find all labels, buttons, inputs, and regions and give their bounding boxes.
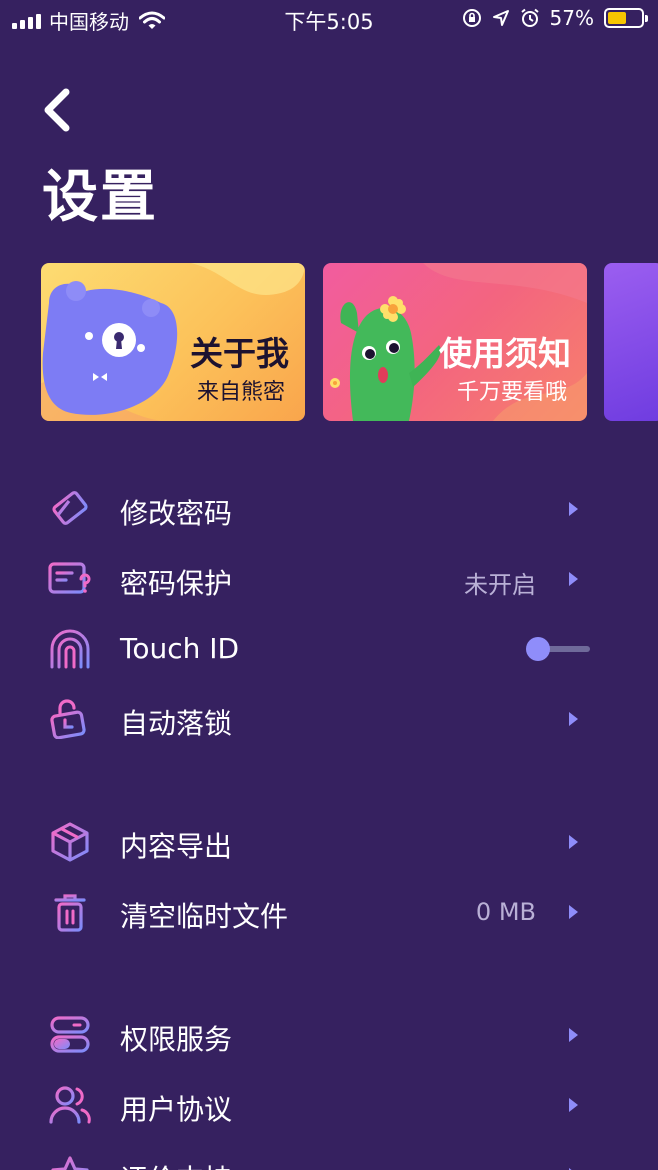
menu-permissions[interactable]: 权限服务 xyxy=(0,1000,658,1070)
orientation-lock-icon xyxy=(462,9,481,27)
about-me-subtitle: 来自熊密 xyxy=(196,380,285,405)
menu-label: 自动落锁 xyxy=(120,707,233,740)
chevron-left-icon xyxy=(44,88,70,132)
battery-percent: 57% xyxy=(549,6,594,30)
chevron-right-icon xyxy=(569,1098,578,1112)
box-icon xyxy=(51,822,89,862)
chevron-right-icon xyxy=(569,835,578,849)
menu-clear-temp-files[interactable]: 清空临时文件 0 MB xyxy=(0,877,658,947)
next-card-peek[interactable] xyxy=(604,263,658,421)
card-question-icon xyxy=(48,562,91,594)
status-bar: 中国移动 下午5:05 57% xyxy=(0,0,658,38)
password-protection-status: 未开启 xyxy=(464,571,536,599)
menu-label: 清空临时文件 xyxy=(120,900,289,933)
menu-label: 内容导出 xyxy=(120,830,233,863)
usage-notice-title: 使用须知 xyxy=(439,334,571,373)
usage-notice-subtitle: 千万要看哦 xyxy=(456,380,567,405)
chevron-right-icon xyxy=(569,572,578,586)
temp-files-size: 0 MB xyxy=(475,898,536,926)
menu-export-content[interactable]: 内容导出 xyxy=(0,807,658,877)
touch-id-toggle[interactable] xyxy=(524,636,592,662)
chevron-right-icon xyxy=(569,1028,578,1042)
menu-user-agreement[interactable]: 用户协议 xyxy=(0,1070,658,1140)
alarm-icon xyxy=(520,8,539,27)
users-icon xyxy=(49,1086,91,1124)
feature-cards: 关于我 来自熊密 使用须知 千万要看哦 xyxy=(41,263,658,421)
menu-auto-lock[interactable]: 自动落锁 xyxy=(0,684,658,754)
location-icon xyxy=(492,10,509,26)
toggle-knob xyxy=(526,637,550,661)
menu-rate-support[interactable]: 评价支持 xyxy=(0,1140,658,1170)
menu-change-password[interactable]: 修改密码 xyxy=(0,474,658,544)
chevron-right-icon xyxy=(569,502,578,516)
lock-clock-icon xyxy=(50,699,86,739)
menu-password-protection[interactable]: 密码保护 未开启 xyxy=(0,544,658,614)
about-me-card[interactable]: 关于我 来自熊密 xyxy=(41,263,305,421)
about-me-title: 关于我 xyxy=(190,334,289,373)
fingerprint-icon xyxy=(50,629,90,669)
battery-icon xyxy=(604,8,648,28)
usage-notice-card[interactable]: 使用须知 千万要看哦 xyxy=(323,263,587,421)
back-button[interactable] xyxy=(38,86,78,136)
menu-touch-id: Touch ID xyxy=(0,614,658,684)
chevron-right-icon xyxy=(569,905,578,919)
trash-icon xyxy=(54,894,86,932)
menu-label: 评价支持 xyxy=(120,1158,232,1170)
eraser-icon xyxy=(52,491,88,525)
menu-label: Touch ID xyxy=(120,632,240,665)
chevron-right-icon xyxy=(569,1168,572,1170)
page-title: 设置 xyxy=(42,165,158,230)
menu-label: 用户协议 xyxy=(120,1093,233,1126)
menu-label: 修改密码 xyxy=(120,497,233,530)
battery-level xyxy=(608,12,627,24)
menu-label: 密码保护 xyxy=(120,567,233,600)
toggles-icon xyxy=(50,1016,90,1053)
menu-label: 权限服务 xyxy=(120,1023,233,1056)
status-bar-right: 57% xyxy=(462,6,648,30)
chevron-right-icon xyxy=(569,712,578,726)
star-icon xyxy=(51,1156,89,1170)
